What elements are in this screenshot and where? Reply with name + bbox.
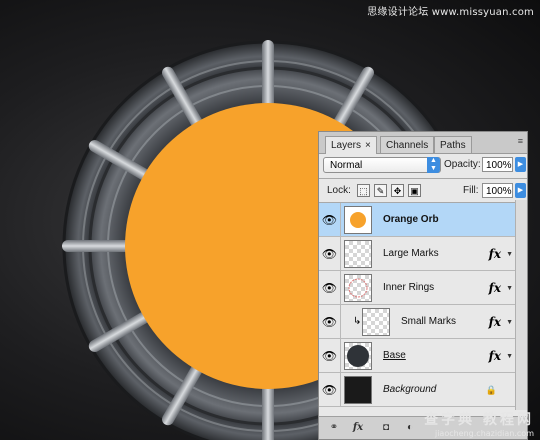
layer-row-inner-rings[interactable]: 👁 Inner Rings fx ▼ [319, 271, 515, 305]
tab-layers[interactable]: Layers × [325, 136, 377, 154]
add-style-fx-icon[interactable]: fx [347, 420, 369, 435]
fill-label: Fill: [463, 185, 479, 196]
tab-paths[interactable]: Paths [434, 136, 472, 153]
expand-arrow-icon[interactable]: ▼ [506, 285, 513, 292]
layers-panel: Layers × Channels Paths ≡ Normal ▲ ▼ Opaci… [318, 131, 528, 440]
tab-paths-label: Paths [440, 140, 466, 151]
layer-name: Orange Orb [383, 214, 439, 225]
add-mask-icon[interactable]: ◘ [375, 420, 397, 435]
layer-row-background[interactable]: 👁 Background 🔒 [319, 373, 515, 407]
close-icon[interactable]: × [365, 140, 371, 151]
layer-row-small-marks[interactable]: 👁 ↳ Small Marks fx ▼ [319, 305, 515, 339]
layer-name: Inner Rings [383, 282, 435, 293]
layer-name: Background [383, 384, 437, 395]
fx-icon[interactable]: fx [489, 339, 501, 373]
tab-layers-label: Layers [331, 140, 362, 151]
layer-thumbnail [362, 308, 390, 336]
layer-row-base[interactable]: 👁 Base fx ▼ [319, 339, 515, 373]
panel-menu-icon[interactable]: ≡ [518, 136, 523, 146]
layer-row-large-marks[interactable]: 👁 Large Marks fx ▼ [319, 237, 515, 271]
opacity-slider-arrow-icon[interactable]: ▶ [515, 157, 526, 172]
panel-tabs: Layers × Channels Paths ≡ [319, 132, 527, 154]
tab-channels[interactable]: Channels [380, 136, 435, 153]
clipping-arrow-icon: ↳ [353, 316, 362, 327]
layer-thumbnail [344, 376, 372, 404]
watermark-url: jiaocheng.chazidian.com [434, 429, 534, 438]
expand-arrow-icon[interactable]: ▼ [506, 319, 513, 326]
watermark-bottom: 查字典 教程网 jiaocheng.chazidian.com [424, 409, 534, 438]
layer-thumbnail [344, 342, 372, 370]
lock-brush-icon[interactable]: ✎ [374, 184, 387, 197]
tab-channels-label: Channels [386, 140, 429, 151]
layer-name: Large Marks [383, 248, 439, 259]
adjustment-layer-icon[interactable]: ◐ [399, 420, 421, 435]
layer-row-orange-orb[interactable]: 👁 Orange Orb [319, 203, 515, 237]
fill-slider-arrow-icon[interactable]: ▶ [515, 183, 526, 198]
layer-name: Small Marks [401, 316, 457, 327]
blend-mode-select[interactable]: Normal ▲ ▼ [323, 157, 441, 173]
layer-thumbnail [344, 274, 372, 302]
fx-icon[interactable]: fx [489, 271, 501, 305]
watermark-main: 查字典 教程网 [424, 412, 534, 428]
blend-mode-value: Normal [330, 160, 363, 171]
layers-scrollbar[interactable] [515, 200, 527, 410]
fill-input[interactable]: 100% [482, 183, 513, 198]
visibility-eye-icon[interactable]: 👁 [319, 339, 341, 373]
layer-thumbnail [344, 206, 372, 234]
dial-mark [262, 40, 274, 112]
opacity-label: Opacity: [444, 159, 481, 170]
opacity-input[interactable]: 100% [482, 157, 513, 172]
lock-label: Lock: [327, 185, 351, 196]
divider [319, 178, 527, 179]
visibility-eye-icon[interactable]: 👁 [319, 203, 341, 237]
fx-icon[interactable]: fx [489, 305, 501, 339]
dial-mark [62, 240, 134, 252]
visibility-eye-icon[interactable]: 👁 [319, 305, 341, 339]
layer-thumbnail [344, 240, 372, 268]
visibility-eye-icon[interactable]: 👁 [319, 373, 341, 407]
visibility-eye-icon[interactable]: 👁 [319, 237, 341, 271]
link-layers-icon[interactable]: ⚭ [323, 420, 345, 435]
lock-move-icon[interactable]: ✥ [391, 184, 404, 197]
layer-name: Base [383, 350, 406, 361]
expand-arrow-icon[interactable]: ▼ [506, 251, 513, 258]
lock-transparent-icon[interactable]: ⬚ [357, 184, 370, 197]
updown-arrow-icon: ▲ ▼ [427, 157, 440, 173]
visibility-eye-icon[interactable]: 👁 [319, 271, 341, 305]
fx-icon[interactable]: fx [489, 237, 501, 271]
lock-all-icon[interactable]: ▣ [408, 184, 421, 197]
expand-arrow-icon[interactable]: ▼ [506, 353, 513, 360]
lock-icon: 🔒 [485, 385, 497, 395]
watermark-top: 思缘设计论坛 www.missyuan.com [367, 7, 534, 18]
